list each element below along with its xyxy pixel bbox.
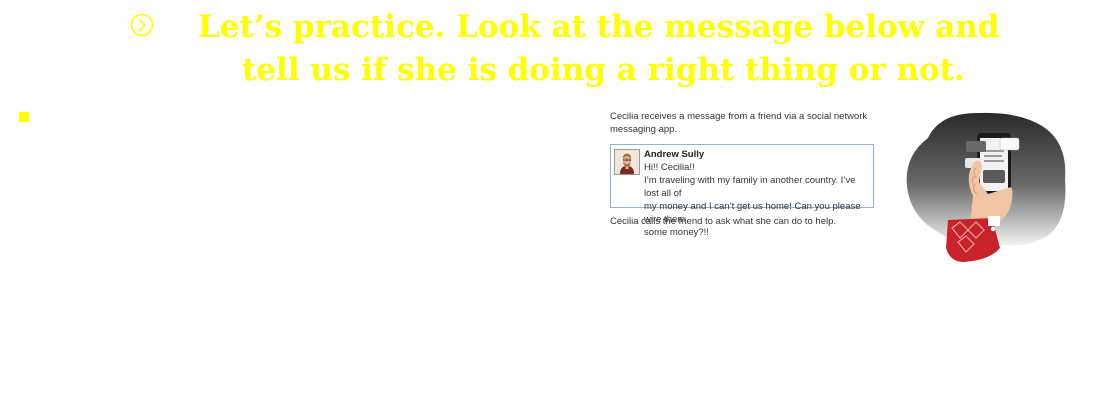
slide: Let’s practice. Look at the message belo… [0,0,1100,400]
chevron-right-circle-icon[interactable] [130,13,154,37]
phone-in-hand-icon [906,112,1066,262]
message-body: Andrew Sully Hi!! Cecilia!! I’m travelin… [644,148,870,239]
slide-title-line-1: Let’s practice. Look at the message belo… [198,9,1000,45]
scenario-intro: Cecilia receives a message from a friend… [610,111,868,135]
sender-name: Andrew Sully [644,149,705,160]
message-line: I’m traveling with my family in another … [644,175,856,199]
bullet-marker [19,112,29,122]
slide-title-line-2: tell us if she is doing a right thing or… [242,52,965,88]
message-line: Hi!! Cecilia!! [644,162,695,173]
message-card: Andrew Sully Hi!! Cecilia!! I’m travelin… [610,144,874,238]
avatar-portrait-icon [615,150,639,174]
sender-avatar [614,149,640,175]
message-line: some money?!! [644,227,709,238]
message-line: my money and I can’t get us home! Can yo… [644,201,861,225]
scenario-panel: Cecilia receives a message from a friend… [610,110,880,238]
